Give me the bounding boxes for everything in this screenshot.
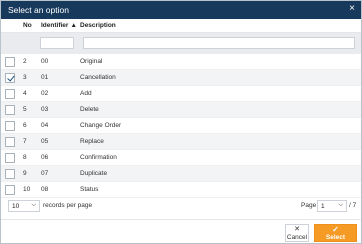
- close-icon: ✕: [294, 226, 300, 233]
- row-checkbox[interactable]: [5, 121, 15, 131]
- table-row[interactable]: 5 03 Delete: [1, 102, 361, 118]
- table-row[interactable]: 10 08 Status: [1, 182, 361, 198]
- row-checkbox[interactable]: [5, 89, 15, 99]
- row-description: Confirmation: [80, 154, 117, 161]
- select-button-label: Select: [325, 234, 346, 241]
- table-row[interactable]: 7 05 Replace: [1, 134, 361, 150]
- page-size-value: 10: [12, 203, 20, 210]
- sort-ascending-icon: ▲: [70, 22, 77, 29]
- row-checkbox[interactable]: [5, 169, 15, 179]
- row-number: 9: [23, 170, 27, 177]
- filter-row: [1, 33, 361, 54]
- row-identifier: 05: [41, 138, 49, 145]
- select-button[interactable]: ✓ Select: [314, 224, 357, 242]
- column-header-identifier[interactable]: Identifier ▲: [41, 22, 77, 29]
- row-identifier: 07: [41, 170, 49, 177]
- page-number-value: 1: [321, 203, 325, 210]
- row-identifier: 03: [41, 106, 49, 113]
- row-identifier: 01: [41, 74, 49, 81]
- records-per-page-label: records per page: [43, 202, 93, 209]
- row-checkbox[interactable]: [5, 137, 15, 147]
- row-number: 5: [23, 106, 27, 113]
- close-icon[interactable]: ×: [349, 4, 355, 14]
- row-description: Cancellation: [80, 74, 116, 81]
- row-number: 7: [23, 138, 27, 145]
- row-description: Add: [80, 90, 92, 97]
- grid-header: No Identifier ▲ Description: [1, 19, 361, 33]
- row-number: 10: [23, 186, 31, 193]
- page-total: / 7: [349, 202, 357, 209]
- chevron-down-icon: ⌵: [31, 202, 36, 208]
- table-row[interactable]: 6 04 Change Order: [1, 118, 361, 134]
- cancel-button[interactable]: ✕ Cancel: [285, 224, 309, 242]
- row-number: 3: [23, 74, 27, 81]
- row-checkbox[interactable]: [5, 105, 15, 115]
- row-number: 4: [23, 90, 27, 97]
- row-checkbox[interactable]: [5, 153, 15, 163]
- pagination-bar: 10 ⌵ records per page Page 1 ⌵ / 7: [1, 198, 361, 216]
- row-number: 8: [23, 154, 27, 161]
- table-row[interactable]: 3 01 Cancellation: [1, 70, 361, 86]
- check-icon: ✓: [332, 225, 339, 234]
- row-description: Duplicate: [80, 170, 108, 177]
- column-header-identifier-label: Identifier: [41, 22, 69, 29]
- identifier-filter-input[interactable]: [40, 37, 74, 49]
- row-identifier: 00: [41, 58, 49, 65]
- page-label: Page: [301, 202, 317, 209]
- row-description: Status: [80, 186, 99, 193]
- row-identifier: 06: [41, 154, 49, 161]
- chevron-down-icon: ⌵: [338, 202, 343, 208]
- table-row[interactable]: 9 07 Duplicate: [1, 166, 361, 182]
- row-description: Change Order: [80, 122, 122, 129]
- page-size-select[interactable]: 10 ⌵: [8, 200, 40, 212]
- select-option-dialog: Select an option × No Identifier ▲ Descri…: [0, 0, 362, 244]
- row-identifier: 04: [41, 122, 49, 129]
- column-header-no[interactable]: No: [23, 22, 32, 29]
- table-row[interactable]: 2 00 Original: [1, 54, 361, 70]
- dialog-title: Select an option: [8, 5, 69, 15]
- row-checkbox[interactable]: [5, 185, 15, 195]
- row-description: Replace: [80, 138, 104, 145]
- row-description: Delete: [80, 106, 99, 113]
- row-number: 6: [23, 122, 27, 129]
- table-row[interactable]: 8 06 Confirmation: [1, 150, 361, 166]
- cancel-button-label: Cancel: [286, 234, 308, 241]
- column-header-description[interactable]: Description: [80, 22, 116, 29]
- table-row[interactable]: 4 02 Add: [1, 86, 361, 102]
- description-filter-input[interactable]: [83, 37, 355, 49]
- page-number-select[interactable]: 1 ⌵: [317, 200, 347, 212]
- row-description: Original: [80, 58, 103, 65]
- row-number: 2: [23, 58, 27, 65]
- dialog-title-bar: Select an option ×: [1, 1, 361, 19]
- dialog-footer: ✕ Cancel ✓ Select: [1, 219, 361, 243]
- row-identifier: 02: [41, 90, 49, 97]
- row-identifier: 08: [41, 186, 49, 193]
- row-checkbox[interactable]: [5, 73, 15, 83]
- row-checkbox[interactable]: [5, 57, 15, 67]
